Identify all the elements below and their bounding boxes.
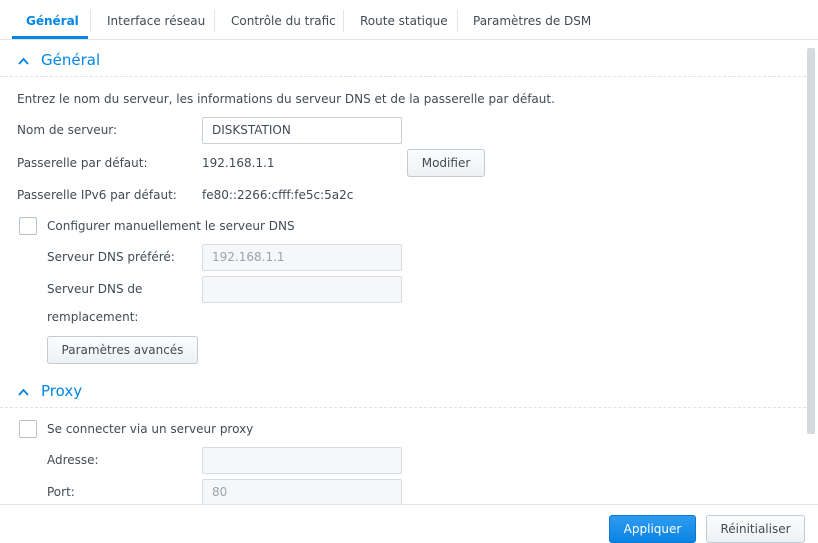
settings-scroll-area[interactable]: Général Entrez le nom du serveur, les in… — [0, 41, 818, 504]
server-name-label: Nom de serveur: — [17, 123, 118, 137]
general-description: Entrez le nom du serveur, les informatio… — [17, 92, 555, 106]
active-tab-indicator — [12, 36, 88, 39]
ipv6-gateway-label: Passerelle IPv6 par défaut: — [17, 188, 177, 202]
tab-separator — [457, 10, 458, 32]
tab-dsm-settings[interactable]: Paramètres de DSM — [473, 9, 591, 33]
default-gateway-label: Passerelle par défaut: — [17, 156, 148, 170]
tab-bar: Général Interface réseau Contrôle du tra… — [0, 0, 818, 40]
scrollbar-thumb[interactable] — [807, 48, 815, 434]
proxy-address-label: Adresse: — [47, 453, 99, 467]
tab-network-interface[interactable]: Interface réseau — [107, 9, 205, 33]
general-section-title: Général — [41, 51, 101, 69]
footer-bar: Appliquer Réinitialiser — [0, 504, 818, 543]
alternate-dns-label-line1: Serveur DNS de — [47, 282, 143, 296]
server-name-input[interactable]: DISKSTATION — [202, 117, 402, 144]
proxy-port-input[interactable]: 80 — [202, 479, 402, 504]
default-gateway-value: 192.168.1.1 — [202, 156, 275, 170]
chevron-up-icon[interactable] — [18, 56, 29, 67]
ipv6-gateway-value: fe80::2266:cfff:fe5c:5a2c — [202, 188, 354, 202]
tab-traffic-control[interactable]: Contrôle du trafic — [231, 9, 336, 33]
tab-general[interactable]: Général — [26, 9, 79, 33]
general-section-header[interactable]: Général — [0, 47, 806, 77]
alternate-dns-input[interactable] — [202, 276, 402, 303]
tab-separator — [214, 10, 215, 32]
reset-button[interactable]: Réinitialiser — [706, 515, 805, 543]
chevron-up-icon[interactable] — [18, 387, 29, 398]
advanced-settings-button[interactable]: Paramètres avancés — [47, 336, 198, 364]
proxy-connect-checkbox[interactable] — [19, 420, 37, 438]
tab-separator — [90, 10, 91, 32]
manual-dns-label[interactable]: Configurer manuellement le serveur DNS — [47, 219, 295, 233]
preferred-dns-label: Serveur DNS préféré: — [47, 250, 175, 264]
alternate-dns-label-line2: remplacement: — [47, 310, 139, 324]
proxy-section-header[interactable]: Proxy — [0, 378, 806, 408]
proxy-port-label: Port: — [47, 485, 75, 499]
proxy-address-input[interactable] — [202, 447, 402, 474]
tab-separator — [343, 10, 344, 32]
proxy-connect-label[interactable]: Se connecter via un serveur proxy — [47, 422, 253, 436]
proxy-section-title: Proxy — [41, 382, 83, 400]
apply-button[interactable]: Appliquer — [609, 515, 696, 543]
modify-gateway-button[interactable]: Modifier — [407, 149, 485, 177]
tab-static-route[interactable]: Route statique — [360, 9, 448, 33]
preferred-dns-input[interactable]: 192.168.1.1 — [202, 244, 402, 271]
manual-dns-checkbox[interactable] — [19, 217, 37, 235]
